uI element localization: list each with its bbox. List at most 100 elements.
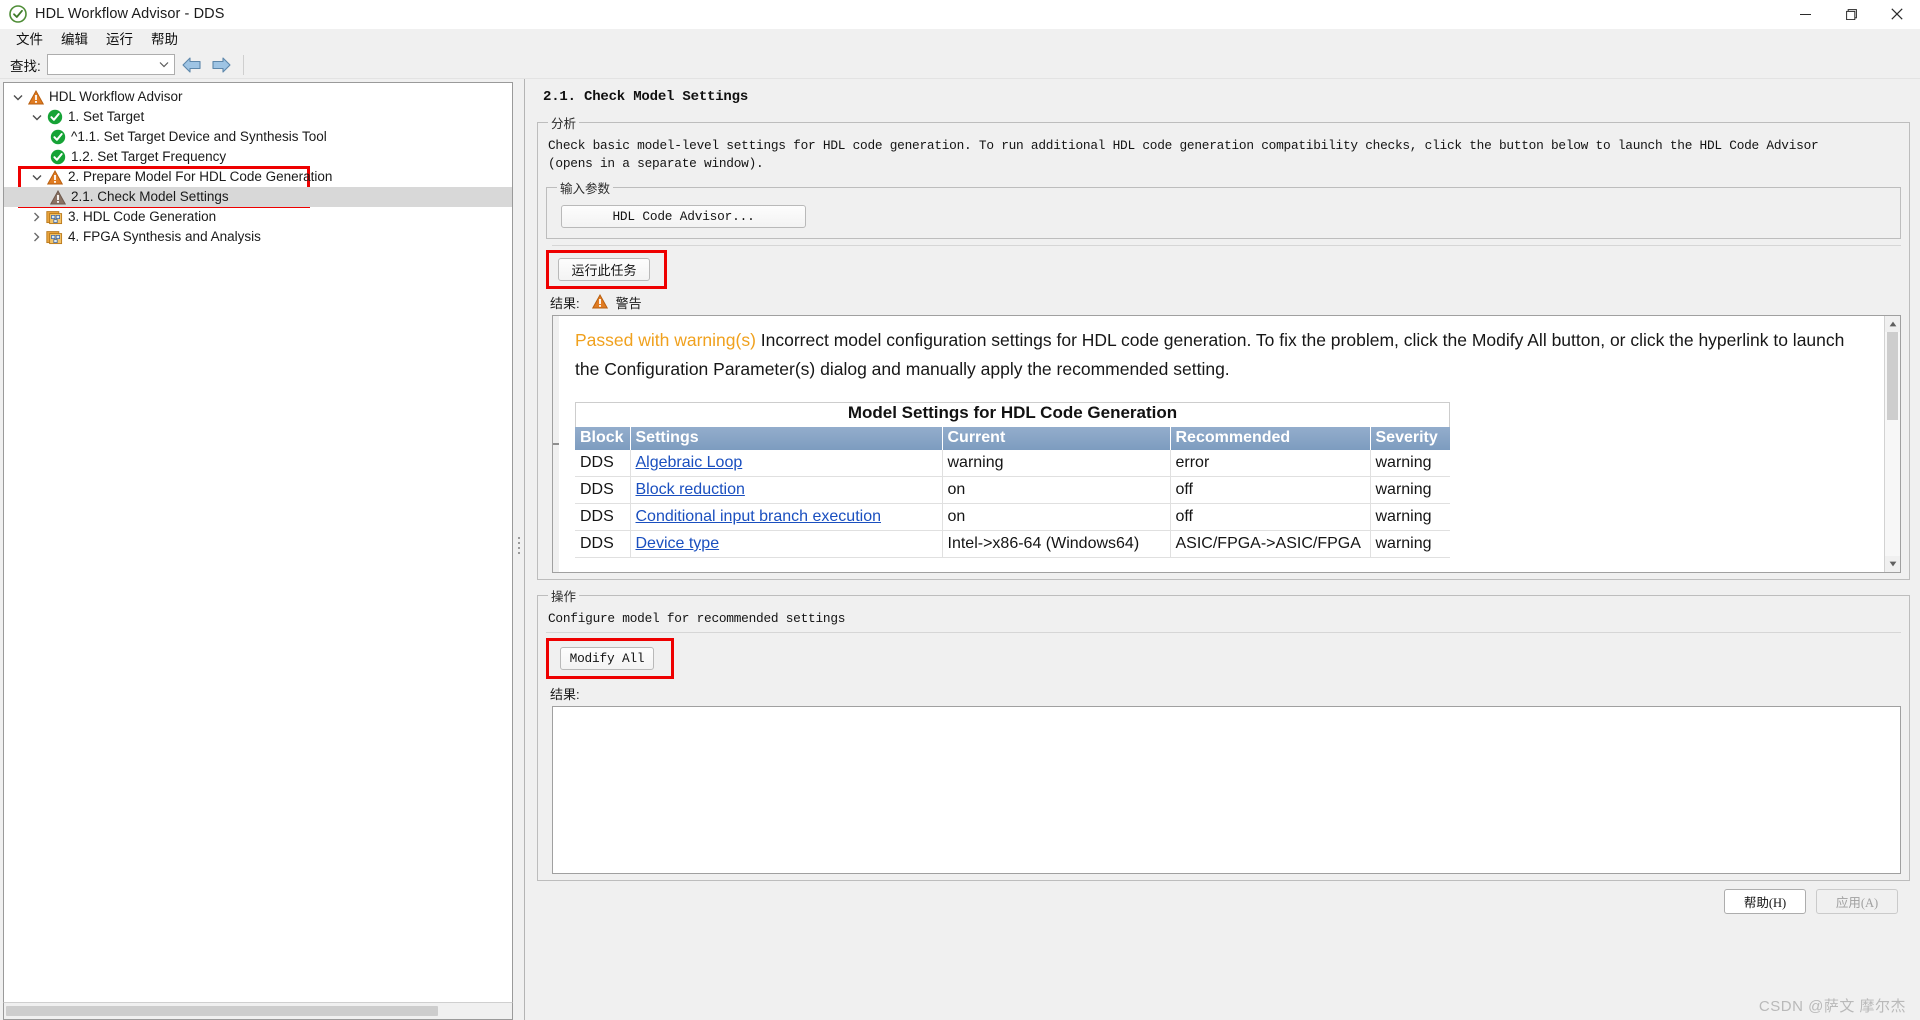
check-circle-icon [46, 109, 63, 126]
action-group-label: 操作 [551, 590, 577, 604]
tree-item-label: ^1.1. Set Target Device and Synthesis To… [71, 129, 327, 144]
menu-item-help[interactable]: 帮助 [142, 29, 187, 51]
table-row: DDS Algebraic Loop warning error warning [575, 450, 1450, 477]
apply-button: 应用(A) [1816, 888, 1898, 914]
analysis-group: 分析 Check basic model-level settings for … [537, 113, 1910, 580]
scroll-up-icon[interactable] [1884, 316, 1900, 332]
cell-settings: Device type [630, 530, 943, 558]
toolbar: 查找: [0, 51, 1920, 79]
cell-recommended: off [1170, 476, 1371, 504]
input-parameters-group-label: 输入参数 [560, 182, 611, 196]
run-task-highlight-box: 运行此任务 [546, 250, 667, 289]
cell-severity: warning [1370, 476, 1450, 504]
tree-item-label: 3. HDL Code Generation [68, 209, 217, 224]
cell-settings: Conditional input branch execution [630, 503, 943, 531]
check-circle-icon [49, 149, 66, 166]
table-row: DDS Block reduction on off warning [575, 476, 1450, 504]
run-task-button[interactable]: 运行此任务 [558, 258, 650, 281]
menu-bar: 文件 编辑 运行 帮助 [0, 29, 1920, 51]
chevron-down-icon[interactable] [27, 107, 46, 127]
cell-settings: Algebraic Loop [630, 450, 943, 477]
modify-all-row: Modify All [546, 638, 1901, 679]
column-header-settings: Settings [630, 427, 943, 450]
tree-item-hdl-workflow-advisor[interactable]: HDL Workflow Advisor [4, 87, 512, 107]
cell-severity: warning [1370, 450, 1450, 477]
result-report-box: Passed with warning(s) Incorrect model c… [552, 315, 1901, 573]
analysis-description-line-1: Check basic model-level settings for HDL… [548, 138, 1819, 153]
chevron-right-icon[interactable] [27, 227, 46, 247]
left-panel: HDL Workflow Advisor 1. Set Target ^1.1.… [0, 79, 513, 1020]
tree-horizontal-scrollbar[interactable] [3, 1002, 513, 1020]
setting-link[interactable]: Algebraic Loop [636, 454, 743, 471]
result-report-content: Passed with warning(s) Incorrect model c… [559, 316, 1884, 572]
tree-item-set-target-frequency[interactable]: 1.2. Set Target Frequency [4, 147, 512, 167]
maximize-icon[interactable] [1828, 0, 1874, 29]
setting-link[interactable]: Block reduction [636, 481, 745, 498]
scrollbar-track[interactable] [1884, 332, 1900, 556]
arrow-left-icon[interactable] [179, 53, 205, 77]
tree-item-check-model-settings[interactable]: 2.1. Check Model Settings [4, 187, 512, 207]
warning-triangle-icon [27, 89, 44, 106]
table-header-row: Block Settings Current Recommended Sever… [575, 427, 1450, 450]
analysis-group-label: 分析 [551, 117, 577, 131]
setting-link[interactable]: Conditional input branch execution [636, 508, 882, 525]
scrollbar-thumb[interactable] [6, 1006, 438, 1016]
task-detail-panel: 2.1. Check Model Settings 分析 Check basic… [524, 79, 1920, 1020]
check-circle-icon [49, 129, 66, 146]
run-task-row: 运行此任务 [546, 250, 1901, 289]
folder-blocks-icon [46, 229, 63, 246]
tree-item-label: HDL Workflow Advisor [49, 89, 183, 104]
cell-current: on [942, 476, 1171, 504]
tree-item-label: 4. FPGA Synthesis and Analysis [68, 229, 261, 244]
tree-item-label: 1.2. Set Target Frequency [71, 149, 227, 164]
result-status-text: 警告 [615, 296, 642, 311]
folder-blocks-icon [46, 209, 63, 226]
cell-severity: warning [1370, 503, 1450, 531]
find-input[interactable] [46, 54, 175, 75]
warning-prefix: Passed with warning(s) [575, 330, 756, 350]
tree-highlight-group: 2. Prepare Model For HDL Code Generation… [4, 166, 512, 208]
workflow-tree: HDL Workflow Advisor 1. Set Target ^1.1.… [3, 82, 513, 1002]
page-title: 2.1. Check Model Settings [543, 89, 749, 105]
cell-severity: warning [1370, 530, 1450, 558]
chevron-down-icon [158, 59, 170, 71]
chevron-down-icon[interactable] [8, 87, 27, 107]
modify-all-button[interactable]: Modify All [560, 647, 654, 670]
tree-root: HDL Workflow Advisor 1. Set Target ^1.1.… [4, 83, 512, 247]
check-circle-icon [9, 5, 27, 23]
tree-item-prepare-model-for-hdl-code-generation[interactable]: 2. Prepare Model For HDL Code Generation [4, 167, 512, 187]
warning-paragraph: Passed with warning(s) Incorrect model c… [575, 326, 1870, 384]
result-status-row: 结果: 警告 [550, 293, 1901, 312]
scrollbar-thumb[interactable] [1886, 332, 1898, 420]
input-parameters-body: HDL Code Advisor... [555, 201, 1892, 232]
tree-item-fpga-synthesis-and-analysis[interactable]: 4. FPGA Synthesis and Analysis [4, 227, 512, 247]
menu-item-file[interactable]: 文件 [7, 29, 52, 51]
close-icon[interactable] [1874, 0, 1920, 29]
model-settings-table-wrap: Model Settings for HDL Code Generation B… [575, 402, 1450, 558]
minimize-icon[interactable] [1782, 0, 1828, 29]
arrow-right-icon[interactable] [209, 53, 235, 77]
cell-recommended: ASIC/FPGA->ASIC/FPGA [1170, 530, 1371, 558]
menu-item-run[interactable]: 运行 [97, 29, 142, 51]
splitter-grip [517, 536, 520, 563]
chevron-down-icon[interactable] [27, 167, 46, 187]
toolbar-separator [242, 54, 244, 75]
tree-item-set-target-device-and-synthesis-tool[interactable]: ^1.1. Set Target Device and Synthesis To… [4, 127, 512, 147]
help-button[interactable]: 帮助(H) [1724, 888, 1806, 914]
tree-item-set-target[interactable]: 1. Set Target [4, 107, 512, 127]
menu-item-edit[interactable]: 编辑 [52, 29, 97, 51]
setting-link[interactable]: Device type [636, 535, 720, 552]
panel-splitter[interactable] [513, 79, 524, 1020]
report-vertical-scrollbar[interactable] [1884, 316, 1900, 572]
chevron-right-icon[interactable] [27, 207, 46, 227]
hdl-code-advisor-button[interactable]: HDL Code Advisor... [561, 205, 806, 228]
cell-current: on [942, 503, 1171, 531]
action-separator [546, 632, 1901, 633]
analysis-separator [552, 245, 1901, 246]
scroll-down-icon[interactable] [1884, 556, 1900, 572]
warning-triangle-gray-icon [49, 189, 66, 206]
tree-item-hdl-code-generation[interactable]: 3. HDL Code Generation [4, 207, 512, 227]
cell-settings: Block reduction [630, 476, 943, 504]
cell-block: DDS [575, 503, 631, 531]
column-header-severity: Severity [1370, 427, 1450, 450]
